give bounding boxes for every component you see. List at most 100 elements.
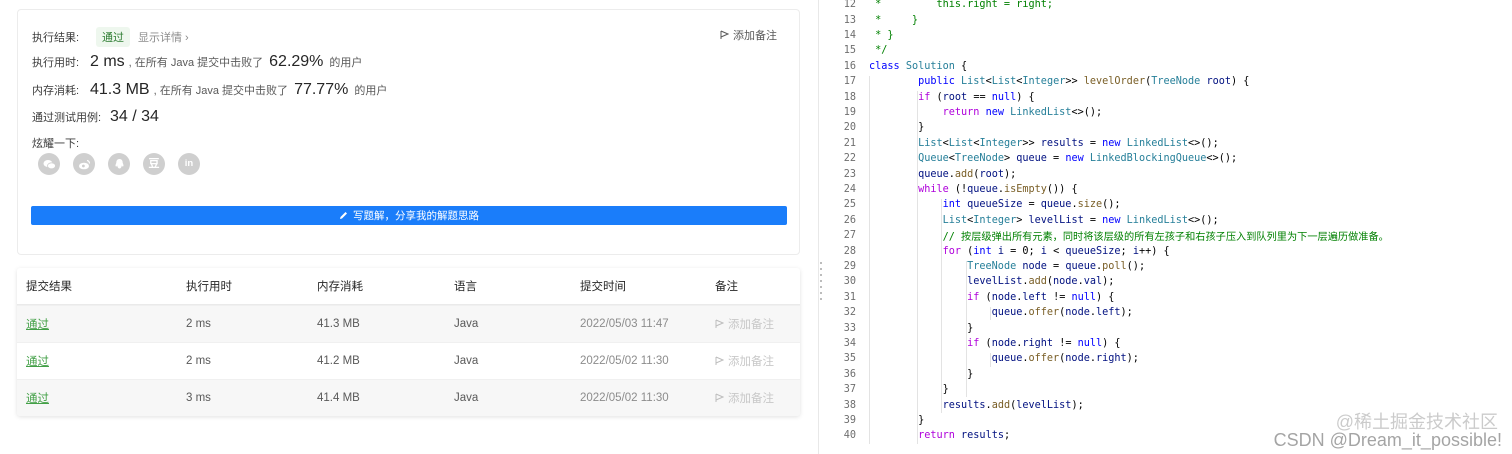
header-memory: 内存消耗 [317,281,363,293]
qq-icon[interactable] [108,153,130,175]
code-text: queue.add(root); [918,168,1017,180]
tests-row: 通过测试用例: 34 / 34 [32,108,163,126]
line-number: 27 [843,230,856,242]
row-memory: 41.3 MB [317,318,360,330]
line-number: 35 [843,353,856,365]
code-line[interactable]: 20 } [828,120,1512,135]
watermark-csdn: CSDN @Dream_it_possible! [1273,430,1502,450]
code-line[interactable]: 23 queue.add(root); [828,166,1512,181]
splitter-handle[interactable] [820,262,823,300]
indent-guide [917,91,918,444]
code-line[interactable]: 15 */ [828,43,1512,58]
code-line[interactable]: 13 * } [828,12,1512,27]
row-runtime: 2 ms [186,318,211,330]
row-status-link[interactable]: 通过 [26,390,49,406]
row-time: 2022/05/02 11:30 [580,355,669,367]
table-row[interactable]: 通过 2 ms 41.3 MB Java 2022/05/03 11:47 添加… [17,305,800,342]
line-number: 31 [843,291,856,303]
wechat-icon[interactable] [38,153,60,175]
code-line[interactable]: 16 class Solution { [828,59,1512,74]
submission-panel: 执行结果: 通过 显示详情 › 添加备注 执行用时: 2 ms , 在所有 Ja… [0,0,818,454]
code-line[interactable]: 28 for (int i = 0; i < queueSize; i++) { [828,243,1512,258]
row-time: 2022/05/02 11:30 [580,392,669,404]
code-text: } [869,384,949,396]
code-line[interactable]: 21 List<List<Integer>> results = new Lin… [828,136,1512,151]
code-line[interactable]: 25 int queueSize = queue.size(); [828,197,1512,212]
flag-icon [715,319,724,328]
row-memory: 41.2 MB [317,355,360,367]
row-language: Java [454,392,479,404]
show-details-link[interactable]: 显示详情 › [138,29,189,45]
memory-row: 内存消耗: 41.3 MB , 在所有 Java 提交中击败了 77.77% 的… [32,81,387,99]
code-line[interactable]: 18 if (root == null) { [828,89,1512,104]
code-line[interactable]: 34 if (node.right != null) { [828,336,1512,351]
code-line[interactable]: 19 return new LinkedList<>(); [828,105,1512,120]
code-line[interactable]: 35 queue.offer(node.right); [828,351,1512,366]
code-line[interactable]: 32 queue.offer(node.left); [828,305,1512,320]
code-text: // 按层级弹出所有元素，同时将该层级的所有左孩子和右孩子压入到队列里为下一层遍… [869,232,1389,244]
code-line[interactable]: 12 * this.right = right; [828,0,1512,12]
add-note-button[interactable]: 添加备注 [720,27,777,43]
add-note-label: 添加备注 [733,30,777,42]
code-text: } [869,322,974,334]
share-row: 炫耀一下: [32,135,90,151]
code-line[interactable]: 24 while (!queue.isEmpty()) { [828,182,1512,197]
code-line[interactable]: 37 } [828,382,1512,397]
row-add-note-label: 添加备注 [728,393,774,405]
code-line[interactable]: 26 List<Integer> levelList = new LinkedL… [828,213,1512,228]
weibo-icon[interactable] [73,153,95,175]
code-line[interactable]: 22 Queue<TreeNode> queue = new LinkedBlo… [828,151,1512,166]
code-line[interactable]: 17 public List<List<Integer>> levelOrder… [828,74,1512,89]
code-text: levelList.add(node.val); [967,276,1115,288]
linkedin-icon[interactable]: in [178,153,200,175]
row-add-note-button[interactable]: 添加备注 [715,316,774,332]
code-line[interactable]: 33 } [828,320,1512,335]
indent-guide [941,199,942,413]
code-text: * } [869,14,919,26]
code-line[interactable]: 30 levelList.add(node.val); [828,274,1512,289]
memory-suffix: 的用户 [354,85,388,97]
line-number: 33 [843,322,856,334]
code-text: public List<List<Integer>> levelOrder(Tr… [918,76,1250,88]
memory-percentile: 77.77% [294,81,349,98]
line-number: 23 [843,168,856,180]
code-line[interactable]: 27 // 按层级弹出所有元素，同时将该层级的所有左孩子和右孩子压入到队列里为下… [828,228,1512,243]
line-number: 38 [843,399,856,411]
share-icons: 豆 in [38,153,200,175]
code-text: int queueSize = queue.size(); [942,199,1121,211]
tests-value: 34 / 34 [110,108,159,125]
line-number: 22 [843,153,856,165]
code-line[interactable]: 14 * } [828,28,1512,43]
header-runtime: 执行用时 [186,281,232,293]
indent-guide [990,353,991,367]
code-text: for (int i = 0; i < queueSize; i++) { [942,245,1170,257]
douban-icon[interactable]: 豆 [143,153,165,175]
line-number: 17 [843,76,856,88]
code-editor[interactable]: 12 * this.right = right; 13 * } 14 * } 15 *… [828,0,1512,454]
code-text: } [869,122,925,134]
row-add-note-label: 添加备注 [728,319,774,331]
line-number: 18 [843,91,856,103]
row-status-link[interactable]: 通过 [26,316,49,332]
share-label: 炫耀一下: [32,138,80,150]
code-line[interactable]: 36 } [828,367,1512,382]
code-text: results.add(levelList); [942,399,1084,411]
line-number: 21 [843,137,856,149]
line-number: 32 [843,307,856,319]
row-add-note-button[interactable]: 添加备注 [715,390,774,406]
code-text: List<Integer> levelList = new LinkedList… [942,214,1219,226]
table-row[interactable]: 通过 2 ms 41.2 MB Java 2022/05/02 11:30 添加… [17,342,800,379]
line-number: 13 [843,14,856,26]
line-number: 25 [843,199,856,211]
header-time: 提交时间 [580,281,626,293]
write-solution-button[interactable]: 写题解，分享我的解题思路 [31,206,787,225]
code-line[interactable]: 29 TreeNode node = queue.poll(); [828,259,1512,274]
table-row[interactable]: 通过 3 ms 41.4 MB Java 2022/05/02 11:30 添加… [17,379,800,416]
row-add-note-button[interactable]: 添加备注 [715,353,774,369]
line-number: 29 [843,260,856,272]
code-line[interactable]: 31 if (node.left != null) { [828,290,1512,305]
row-time: 2022/05/03 11:47 [580,318,669,330]
row-status-link[interactable]: 通过 [26,353,49,369]
panel-splitter[interactable] [818,0,819,454]
runtime-label: 执行用时: [32,57,80,69]
